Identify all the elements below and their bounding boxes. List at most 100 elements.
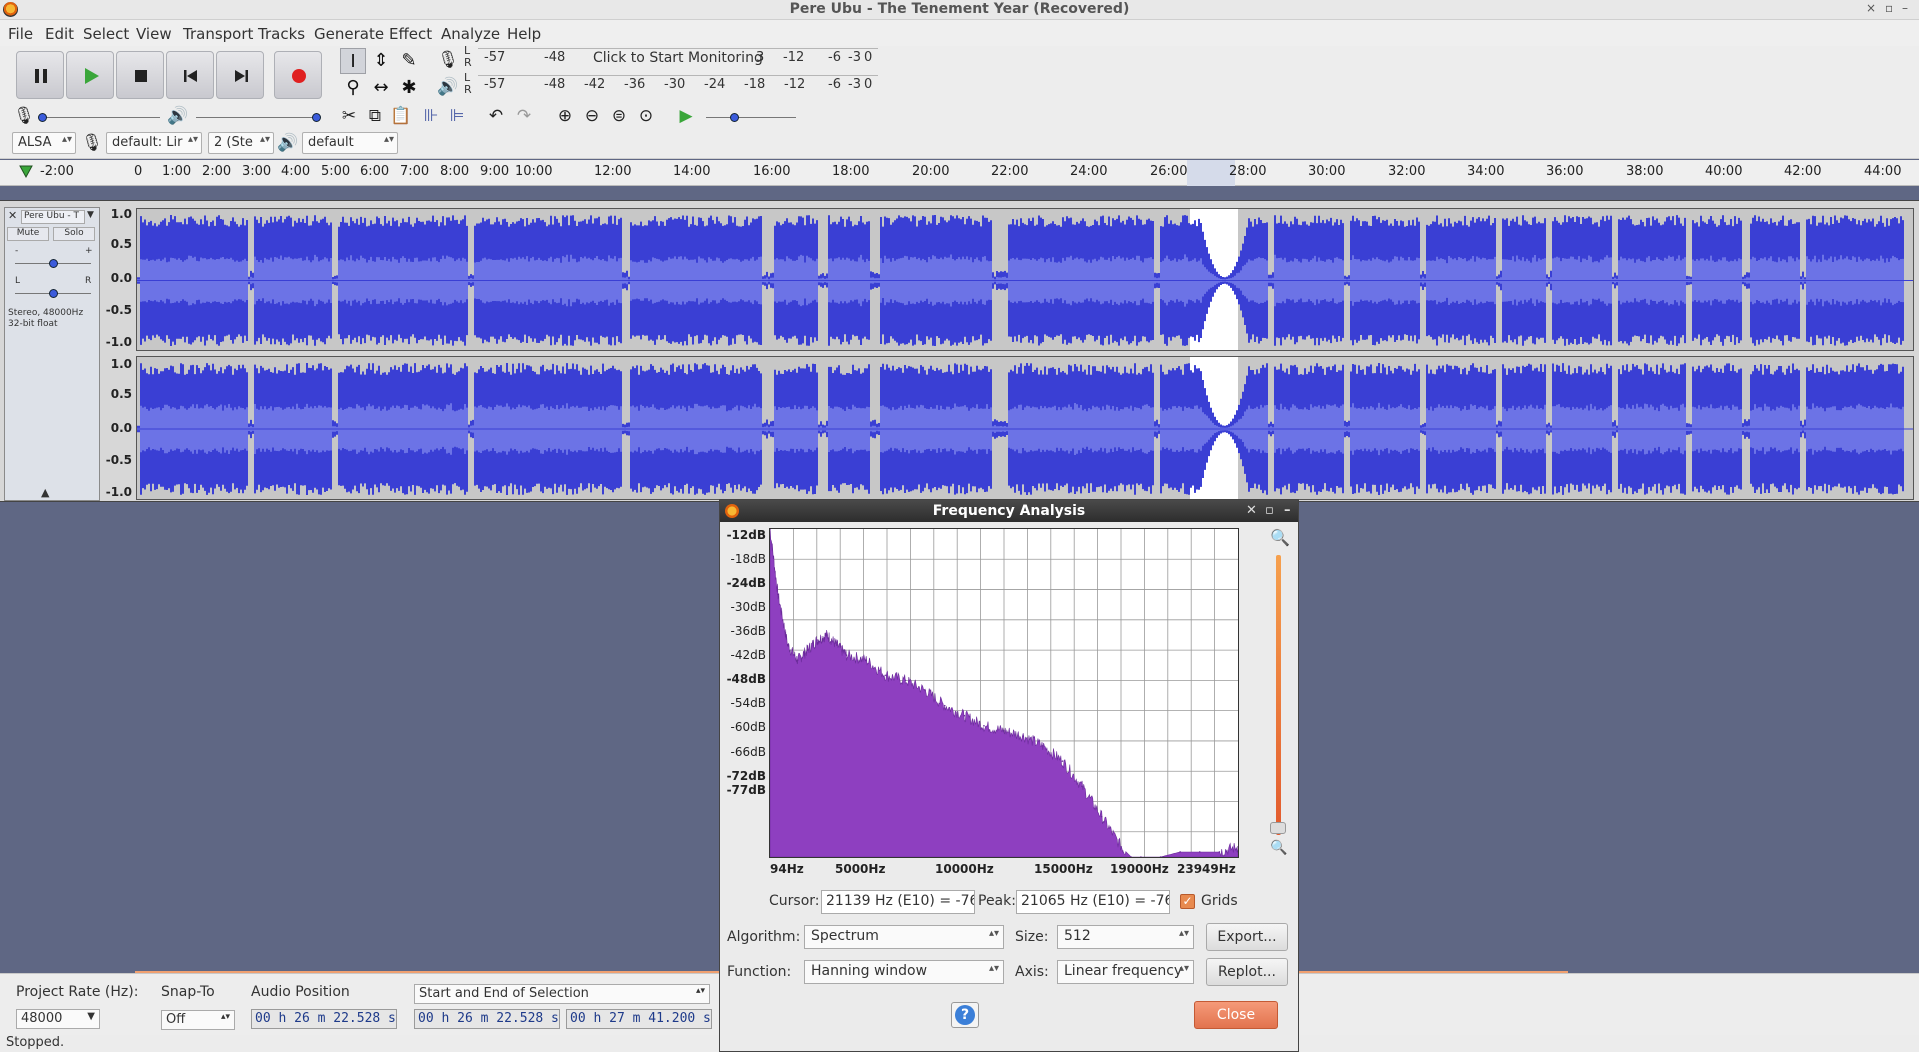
play-speed-slider[interactable] bbox=[706, 117, 796, 118]
window-close-button[interactable]: × bbox=[1866, 1, 1876, 15]
selection-mode-select[interactable]: Start and End of Selection ▴▾ bbox=[414, 984, 710, 1004]
gain-minus-label: - bbox=[15, 246, 19, 256]
copy-icon[interactable]: ⧉ bbox=[363, 104, 387, 128]
playback-device-select[interactable]: default ▴▾ bbox=[302, 132, 398, 154]
vertical-zoom-knob[interactable] bbox=[1270, 822, 1286, 834]
collapse-track-icon[interactable]: ▲ bbox=[41, 486, 49, 499]
waveform-channel-left[interactable] bbox=[136, 208, 1914, 351]
undo-icon[interactable]: ↶ bbox=[484, 104, 508, 128]
record-button[interactable] bbox=[274, 51, 322, 99]
ruler-tick: 3:00 bbox=[242, 164, 272, 179]
zoom-out-magnifier-icon[interactable]: 🔍 bbox=[1270, 840, 1287, 856]
timeshift-tool[interactable]: ↔ bbox=[368, 75, 394, 101]
menu-generate[interactable]: Generate bbox=[314, 25, 384, 43]
paste-icon[interactable]: 📋 bbox=[389, 104, 413, 128]
record-monitor-prompt[interactable]: Click to Start Monitoring bbox=[593, 50, 763, 66]
stop-button[interactable] bbox=[116, 51, 164, 99]
zoom-in-magnifier-icon[interactable]: 🔍 bbox=[1270, 528, 1290, 547]
menu-transport[interactable]: Transport bbox=[183, 25, 253, 43]
peak-field[interactable]: 21065 Hz (E10) = -76 bbox=[1016, 890, 1170, 914]
meter-right-label: R bbox=[464, 83, 472, 96]
microphone-icon[interactable]: 🎙 bbox=[436, 48, 460, 72]
grids-checkbox[interactable]: ✓ bbox=[1180, 894, 1195, 909]
dialog-titlebar[interactable]: Frequency Analysis ✕ ▫ – bbox=[720, 500, 1298, 522]
timeline-ruler[interactable]: -2:00 0 1:00 2:00 3:00 4:00 5:00 6:00 7:… bbox=[0, 160, 1919, 186]
algorithm-select[interactable]: Spectrum ▴▾ bbox=[804, 925, 1004, 949]
cut-icon[interactable]: ✂ bbox=[337, 104, 361, 128]
envelope-tool[interactable]: ⇕ bbox=[368, 48, 394, 74]
play-at-speed-icon[interactable]: ▶ bbox=[674, 104, 698, 128]
record-meter[interactable]: -57 -48 Click to Start Monitoring 3 -12 … bbox=[478, 48, 878, 70]
track-menu-chevron-icon[interactable]: ▼ bbox=[87, 210, 94, 220]
dialog-minimize-icon[interactable]: – bbox=[1284, 500, 1291, 522]
size-select[interactable]: 512 ▴▾ bbox=[1057, 925, 1194, 949]
playback-volume-knob[interactable] bbox=[312, 113, 321, 122]
spectrum-point bbox=[865, 659, 868, 661]
menu-effect[interactable]: Effect bbox=[389, 25, 432, 43]
y-axis-tick-label: -30dB bbox=[730, 600, 766, 614]
audio-position-field[interactable]: 00 h 26 m 22.528 s bbox=[251, 1009, 397, 1029]
spectrum-plot[interactable] bbox=[769, 528, 1239, 858]
trim-icon[interactable]: ⊪ bbox=[419, 104, 443, 128]
y-axis-tick-label: -72dB bbox=[726, 769, 766, 783]
spectrum-point bbox=[904, 679, 907, 682]
menu-view[interactable]: View bbox=[136, 25, 172, 43]
audio-host-select[interactable]: ALSA ▴▾ bbox=[12, 132, 76, 154]
mute-button[interactable]: Mute bbox=[7, 227, 49, 241]
spectrum-chart bbox=[769, 528, 1239, 858]
pan-slider-knob[interactable] bbox=[49, 289, 58, 298]
play-button[interactable] bbox=[66, 51, 114, 99]
recording-channels-select[interactable]: 2 (Ste ▴▾ bbox=[208, 132, 274, 154]
zoom-out-icon[interactable]: ⊖ bbox=[580, 104, 604, 128]
stop-icon bbox=[135, 70, 147, 82]
multi-tool[interactable]: ✱ bbox=[396, 75, 422, 101]
dialog-maximize-icon[interactable]: ▫ bbox=[1265, 500, 1274, 522]
help-button[interactable]: ? bbox=[951, 1002, 979, 1028]
window-minimize-button[interactable]: – bbox=[1902, 1, 1908, 15]
menu-file[interactable]: File bbox=[8, 25, 33, 43]
silence-icon[interactable]: ⊫ bbox=[445, 104, 469, 128]
pause-button[interactable] bbox=[16, 51, 64, 99]
skip-to-end-button[interactable] bbox=[216, 51, 264, 99]
project-rate-select[interactable]: 48000 ▼ bbox=[16, 1009, 100, 1029]
fit-selection-icon[interactable]: ⊜ bbox=[607, 104, 631, 128]
play-head-icon[interactable] bbox=[18, 164, 34, 180]
menu-help[interactable]: Help bbox=[507, 25, 541, 43]
function-select[interactable]: Hanning window ▴▾ bbox=[804, 960, 1004, 984]
solo-button[interactable]: Solo bbox=[53, 227, 95, 241]
snap-to-select[interactable]: Off ▴▾ bbox=[161, 1010, 235, 1030]
speaker-icon[interactable]: 🔊 bbox=[436, 75, 460, 99]
waveform-channel-right[interactable] bbox=[136, 356, 1914, 500]
close-button[interactable]: Close bbox=[1194, 1001, 1278, 1029]
menu-select[interactable]: Select bbox=[83, 25, 129, 43]
export-button[interactable]: Export... bbox=[1206, 923, 1288, 951]
menu-edit[interactable]: Edit bbox=[45, 25, 74, 43]
window-maximize-button[interactable]: ▫ bbox=[1885, 1, 1893, 15]
selection-start-field[interactable]: 00 h 26 m 22.528 s bbox=[414, 1009, 560, 1029]
menu-analyze[interactable]: Analyze bbox=[441, 25, 500, 43]
cursor-field[interactable]: 21139 Hz (E10) = -76 bbox=[821, 890, 975, 914]
redo-icon[interactable]: ↷ bbox=[512, 104, 536, 128]
track-name-menu[interactable]: Pere Ubu - T bbox=[21, 210, 85, 224]
replot-button[interactable]: Replot... bbox=[1206, 958, 1288, 986]
track-close-icon[interactable]: ✕ bbox=[8, 209, 17, 222]
vertical-zoom-slider[interactable] bbox=[1276, 555, 1281, 835]
playback-meter[interactable]: -57 -48 -42 -36 -30 -24 -18 -12 -6 -3 0 bbox=[478, 75, 878, 97]
play-speed-knob[interactable] bbox=[730, 113, 739, 122]
selection-tool[interactable]: I bbox=[340, 48, 366, 74]
zoom-in-icon[interactable]: ⊕ bbox=[553, 104, 577, 128]
skip-to-start-button[interactable] bbox=[166, 51, 214, 99]
fit-project-icon[interactable]: ⊙ bbox=[634, 104, 658, 128]
axis-select[interactable]: Linear frequency ▴▾ bbox=[1057, 960, 1194, 984]
selection-end-field[interactable]: 00 h 27 m 41.200 s bbox=[566, 1009, 712, 1029]
gain-slider-knob[interactable] bbox=[49, 259, 58, 268]
recording-device-select[interactable]: default: Lir ▴▾ bbox=[106, 132, 202, 154]
recording-volume-knob[interactable] bbox=[38, 113, 47, 122]
zoom-tool[interactable]: ⚲ bbox=[340, 75, 366, 101]
menu-tracks[interactable]: Tracks bbox=[258, 25, 305, 43]
draw-tool[interactable]: ✎ bbox=[396, 48, 422, 74]
playback-volume-slider[interactable] bbox=[196, 117, 316, 118]
dialog-close-icon[interactable]: ✕ bbox=[1246, 500, 1257, 522]
recording-volume-slider[interactable] bbox=[40, 117, 160, 118]
scale-label: -1.0 bbox=[105, 485, 132, 499]
